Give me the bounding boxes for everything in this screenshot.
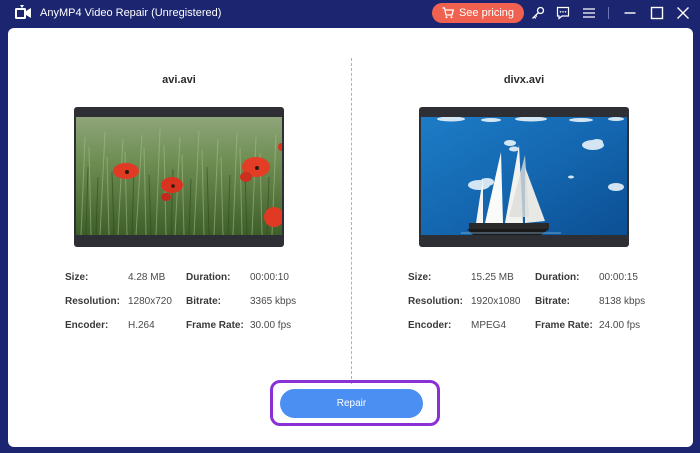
left-size-label: Size: — [65, 272, 89, 283]
right-framerate-label: Frame Rate: — [535, 320, 593, 331]
menu-icon[interactable] — [580, 4, 598, 22]
key-icon[interactable] — [529, 4, 547, 22]
right-duration-label: Duration: — [535, 272, 580, 283]
app-title: AnyMP4 Video Repair (Unregistered) — [40, 7, 222, 19]
repair-button-label: Repair — [336, 398, 367, 409]
right-size-label: Size: — [408, 272, 432, 283]
left-size-value: 4.28 MB — [128, 272, 166, 283]
minimize-icon[interactable] — [621, 4, 639, 22]
right-encoder-value: MPEG4 — [471, 320, 507, 331]
feedback-icon[interactable] — [554, 4, 572, 22]
left-bitrate-value: 3365 kbps — [250, 296, 297, 307]
column-divider — [351, 58, 352, 384]
left-bitrate-label: Bitrate: — [186, 296, 222, 307]
close-icon[interactable] — [674, 4, 692, 22]
left-framerate-value: 30.00 fps — [250, 320, 292, 331]
left-duration-label: Duration: — [186, 272, 231, 283]
right-encoder-label: Encoder: — [408, 320, 452, 331]
left-resolution-value: 1280x720 — [128, 296, 172, 307]
left-encoder-value: H.264 — [128, 320, 155, 331]
see-pricing-button[interactable]: See pricing — [432, 3, 524, 23]
right-framerate-value: 24.00 fps — [599, 320, 641, 331]
right-file-name: divx.avi — [503, 74, 545, 86]
left-file-name: avi.avi — [162, 74, 196, 86]
left-resolution-label: Resolution: — [65, 296, 120, 307]
left-video-thumbnail[interactable] — [74, 107, 284, 247]
left-duration-value: 00:00:10 — [250, 272, 289, 283]
poppy-field-image — [76, 117, 282, 235]
titlebar-separator — [608, 7, 609, 19]
repair-button[interactable]: Repair — [280, 389, 423, 418]
title-bar: AnyMP4 Video Repair (Unregistered) See p… — [0, 0, 700, 27]
see-pricing-label: See pricing — [458, 7, 515, 19]
right-bitrate-label: Bitrate: — [535, 296, 571, 307]
app-logo-icon — [15, 5, 31, 19]
left-framerate-label: Frame Rate: — [186, 320, 244, 331]
left-encoder-label: Encoder: — [65, 320, 109, 331]
main-panel: avi.avi Size: 4.28 MB Duration: 00:00:10… — [8, 28, 693, 447]
cart-icon — [442, 7, 454, 19]
sailboat-ocean-image — [421, 117, 627, 235]
right-resolution-label: Resolution: — [408, 296, 463, 307]
maximize-icon[interactable] — [648, 4, 666, 22]
right-video-thumbnail[interactable] — [419, 107, 629, 247]
right-size-value: 15.25 MB — [471, 272, 514, 283]
right-bitrate-value: 8138 kbps — [599, 296, 646, 307]
right-duration-value: 00:00:15 — [599, 272, 638, 283]
right-resolution-value: 1920x1080 — [471, 296, 521, 307]
